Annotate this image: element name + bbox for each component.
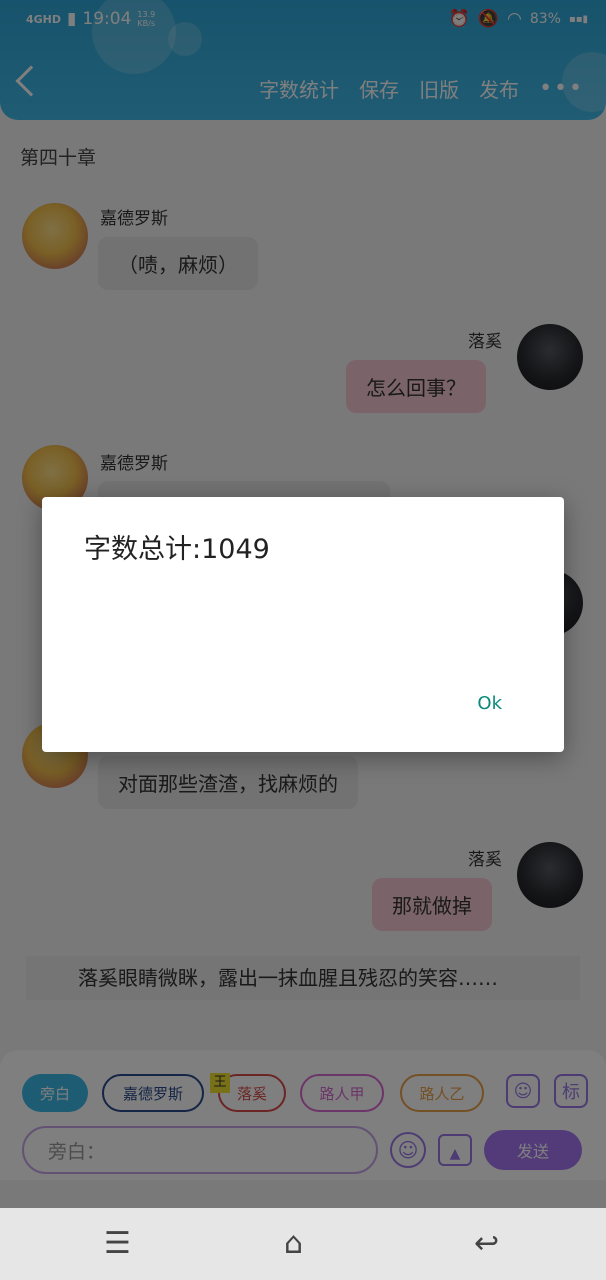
- ok-button[interactable]: Ok: [477, 693, 502, 714]
- system-nav-bar: ☰ ⌂ ↩: [0, 1208, 606, 1280]
- home-icon[interactable]: ⌂: [284, 1226, 303, 1261]
- dialog-message: 字数总计:1049: [84, 534, 270, 565]
- back-nav-icon[interactable]: ↩: [474, 1226, 499, 1261]
- word-count-dialog: 字数总计:1049 Ok: [42, 497, 564, 752]
- menu-icon[interactable]: ☰: [104, 1226, 131, 1261]
